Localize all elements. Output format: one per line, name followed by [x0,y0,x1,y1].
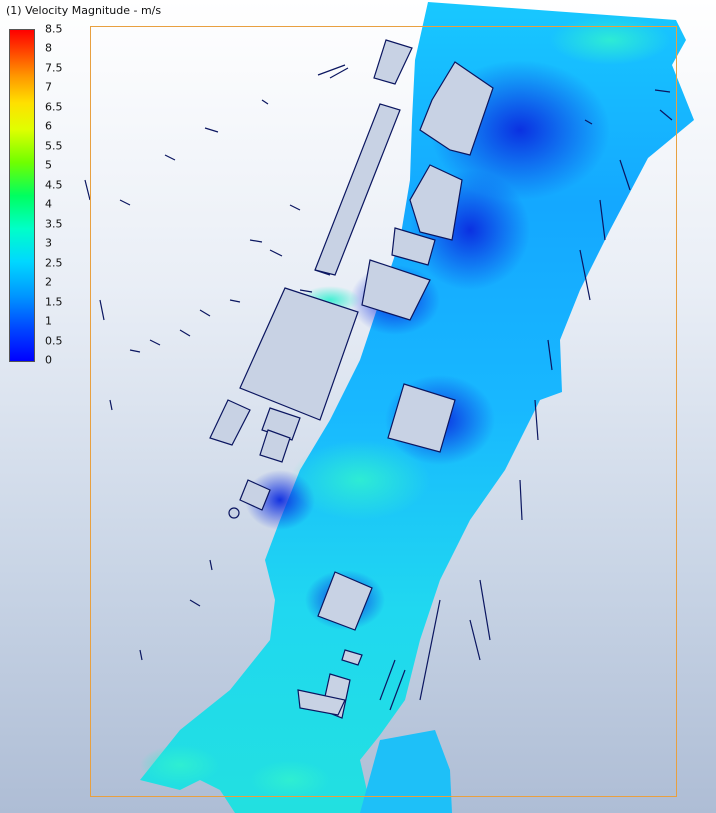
colorbar-tick-label: 7.5 [45,61,63,75]
colorbar-tick-label: 7 [45,80,52,94]
high-velocity-zone [550,15,670,65]
colorbar-tick-label: 4 [45,197,52,211]
colorbar-tick-label: 3 [45,236,52,250]
high-velocity-zone [290,440,430,520]
colorbar-tick-label: 8.5 [45,22,63,36]
terrain-edge [164,99,269,161]
colorbar-tick-label: 2 [45,275,52,289]
colorbar-tick-label: 0 [45,353,52,367]
velocity-field-render [84,2,694,813]
colorbar-tick-label: 5 [45,158,52,172]
terrain-edge [317,64,349,79]
terrain-edge [139,559,213,661]
high-velocity-zone [250,760,330,800]
colorbar-tick-label: 4.5 [45,178,63,192]
cfd-viewport[interactable]: (1) Velocity Magnitude - m/s 8.5 8 7.5 7… [0,0,716,813]
colorbar [9,29,35,362]
colorbar-tick-label: 2.5 [45,256,63,270]
colorbar-tick-label: 1 [45,314,52,328]
colorbar-ticks: 8.5 8 7.5 7 6.5 6 5.5 5 4.5 4 3.5 3 2.5 2 1.5 1 0.5 0 [45,0,85,380]
colorbar-tick-label: 8 [45,41,52,55]
colorbar-tick-label: 0.5 [45,334,63,348]
colorbar-tick-label: 6.5 [45,100,63,114]
terrain-edge [249,204,301,257]
colorbar-tick-label: 5.5 [45,139,63,153]
building [373,39,413,85]
colorbar-tick-label: 6 [45,119,52,133]
building [314,103,401,276]
terrain-edge [109,339,161,411]
terrain-edge [179,299,241,337]
building [228,507,240,519]
building [209,399,251,446]
colorbar-tick-label: 1.5 [45,295,63,309]
terrain-edge [84,179,131,321]
high-velocity-zone [140,745,220,785]
colorbar-tick-label: 3.5 [45,217,63,231]
